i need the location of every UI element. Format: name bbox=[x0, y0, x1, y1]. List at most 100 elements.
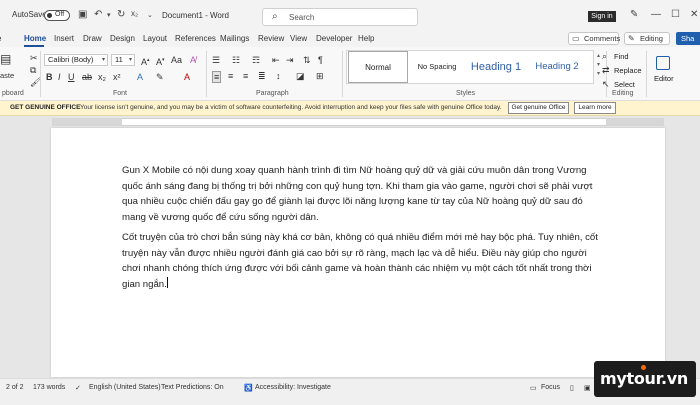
underline-icon[interactable]: U bbox=[68, 72, 75, 82]
borders-icon[interactable]: ⊞ bbox=[316, 71, 324, 81]
mytour-watermark: mytour.vn bbox=[594, 361, 696, 397]
bold-icon[interactable]: B bbox=[46, 72, 53, 82]
language-status[interactable]: English (United States) bbox=[89, 384, 161, 391]
sign-in-button[interactable]: Sign in bbox=[588, 11, 616, 22]
tab-design[interactable]: Design bbox=[110, 34, 135, 43]
pen-icon[interactable]: ✎ bbox=[630, 9, 638, 20]
show-marks-icon[interactable]: ¶ bbox=[318, 55, 323, 65]
customize-toolbar-icon[interactable]: ⌄ bbox=[147, 11, 153, 19]
watermark-dot bbox=[641, 365, 646, 370]
document-paragraph-2[interactable]: Cốt truyện của trò chơi bắn súng này khá… bbox=[122, 230, 600, 292]
superscript-icon[interactable]: x² bbox=[113, 72, 121, 82]
line-spacing-icon[interactable]: ↕ bbox=[276, 71, 281, 81]
style-normal[interactable]: Normal bbox=[348, 51, 408, 83]
editing-mode-button[interactable]: ✎ Editing bbox=[624, 32, 670, 45]
proofing-icon[interactable]: ✓ bbox=[75, 384, 81, 392]
close-icon[interactable]: ✕ bbox=[690, 9, 698, 20]
ruler-right-margin bbox=[606, 118, 664, 126]
maximize-icon[interactable]: ☐ bbox=[671, 9, 680, 20]
style-heading-1[interactable]: Heading 1 bbox=[465, 51, 527, 83]
tab-review[interactable]: Review bbox=[258, 34, 284, 43]
undo-icon[interactable]: ↶ bbox=[94, 9, 102, 20]
align-left-icon[interactable]: ≡ bbox=[212, 71, 222, 83]
autosave-toggle[interactable]: Off bbox=[44, 10, 70, 21]
change-case-icon[interactable]: Aa bbox=[171, 55, 182, 65]
horizontal-ruler[interactable] bbox=[0, 116, 700, 128]
font-color-icon[interactable]: A bbox=[184, 72, 190, 82]
copy-icon[interactable]: ⧉ bbox=[30, 65, 36, 75]
tab-references[interactable]: References bbox=[175, 34, 216, 43]
select-button[interactable]: Select bbox=[614, 80, 635, 89]
tab-help[interactable]: Help bbox=[358, 34, 374, 43]
tab-view[interactable]: View bbox=[290, 34, 307, 43]
paste-icon[interactable]: ▤ bbox=[0, 53, 11, 65]
align-right-icon[interactable]: ≡ bbox=[243, 71, 248, 81]
editing-mode-label: Editing bbox=[640, 34, 663, 43]
font-size-select[interactable]: 11 ▾ bbox=[111, 54, 135, 66]
comments-label: Comments bbox=[584, 34, 621, 43]
accessibility-status[interactable]: Accessibility: Investigate bbox=[255, 384, 331, 391]
print-layout-icon[interactable]: ▣ bbox=[584, 384, 591, 392]
undo-dropdown-icon[interactable]: ▾ bbox=[107, 11, 111, 19]
tab-home[interactable]: Home bbox=[24, 34, 46, 43]
numbering-icon[interactable]: ☷ bbox=[232, 55, 240, 65]
bullets-icon[interactable]: ☰ bbox=[212, 55, 220, 65]
tab-developer[interactable]: Developer bbox=[316, 34, 352, 43]
italic-icon[interactable]: I bbox=[58, 72, 61, 82]
find-button[interactable]: Find bbox=[614, 52, 629, 61]
shrink-font-icon[interactable]: A▾ bbox=[156, 55, 165, 67]
save-icon[interactable]: ▣ bbox=[78, 9, 87, 20]
subscript-icon[interactable]: x₂ bbox=[131, 9, 138, 18]
multilevel-list-icon[interactable]: ☶ bbox=[252, 55, 260, 65]
subscript-button-icon[interactable]: x₂ bbox=[98, 72, 106, 82]
cut-icon[interactable]: ✂ bbox=[30, 53, 38, 63]
search-box[interactable]: ⌕ Search bbox=[262, 8, 418, 26]
comments-button[interactable]: ▭ Comments bbox=[568, 32, 621, 45]
page-count[interactable]: 2 of 2 bbox=[6, 384, 24, 391]
styles-scroll[interactable]: ▴ ▾ ▾ bbox=[597, 52, 600, 79]
font-size-value: 11 bbox=[115, 55, 123, 64]
tab-mailings[interactable]: Mailings bbox=[220, 34, 249, 43]
replace-icon: ⇄ bbox=[602, 65, 610, 75]
paragraph-2-text: Cốt truyện của trò chơi bắn súng này khá… bbox=[122, 232, 598, 290]
strikethrough-icon[interactable]: ab bbox=[82, 72, 92, 82]
tab-layout[interactable]: Layout bbox=[143, 34, 167, 43]
decrease-indent-icon[interactable]: ⇤ bbox=[272, 55, 280, 65]
word-count[interactable]: 173 words bbox=[33, 384, 65, 391]
editor-icon[interactable] bbox=[656, 56, 670, 70]
watermark-text: mytour.vn bbox=[600, 369, 688, 388]
redo-icon[interactable]: ↻ bbox=[117, 9, 125, 20]
get-genuine-office-button[interactable]: Get genuine Office bbox=[508, 102, 569, 114]
text-predictions-status[interactable]: Text Predictions: On bbox=[161, 384, 224, 391]
toggle-knob bbox=[47, 13, 52, 18]
ruler-bar bbox=[52, 118, 664, 126]
pencil-icon: ✎ bbox=[628, 34, 635, 43]
share-button[interactable]: Sha bbox=[676, 32, 700, 45]
style-no-spacing[interactable]: No Spacing bbox=[411, 51, 463, 83]
highlight-icon[interactable]: ✎ bbox=[156, 72, 164, 82]
justify-icon[interactable]: ≣ bbox=[258, 71, 266, 81]
read-mode-icon[interactable]: ▯ bbox=[570, 384, 574, 392]
align-center-icon[interactable]: ≡ bbox=[228, 71, 233, 81]
text-effects-icon[interactable]: A bbox=[137, 72, 143, 82]
shading-icon[interactable]: ◪ bbox=[296, 71, 305, 81]
document-paragraph-1[interactable]: Gun X Mobile có nội dung xoay quanh hành… bbox=[122, 163, 600, 225]
clear-formatting-icon[interactable]: A̸ bbox=[190, 55, 196, 65]
tab-insert[interactable]: Insert bbox=[54, 34, 74, 43]
increase-indent-icon[interactable]: ⇥ bbox=[286, 55, 294, 65]
editor-button[interactable]: Editor bbox=[654, 74, 674, 83]
replace-button[interactable]: Replace bbox=[614, 66, 642, 75]
chevron-down-icon: ▾ bbox=[128, 57, 132, 63]
tab-file[interactable]: e bbox=[0, 34, 1, 43]
minimize-icon[interactable]: — bbox=[651, 9, 661, 20]
tab-draw[interactable]: Draw bbox=[83, 34, 102, 43]
group-clipboard-label: pboard bbox=[2, 90, 24, 97]
focus-button[interactable]: Focus bbox=[541, 384, 560, 391]
sort-icon[interactable]: ⇅ bbox=[303, 55, 311, 65]
grow-font-icon[interactable]: A▴ bbox=[141, 55, 150, 67]
document-page[interactable]: Gun X Mobile có nội dung xoay quanh hành… bbox=[51, 128, 665, 377]
font-name-select[interactable]: Calibri (Body) ▾ bbox=[44, 54, 108, 66]
style-heading-2[interactable]: Heading 2 bbox=[529, 51, 585, 83]
notice-title: GET GENUINE OFFICE bbox=[10, 104, 81, 111]
learn-more-button[interactable]: Learn more bbox=[574, 102, 616, 114]
